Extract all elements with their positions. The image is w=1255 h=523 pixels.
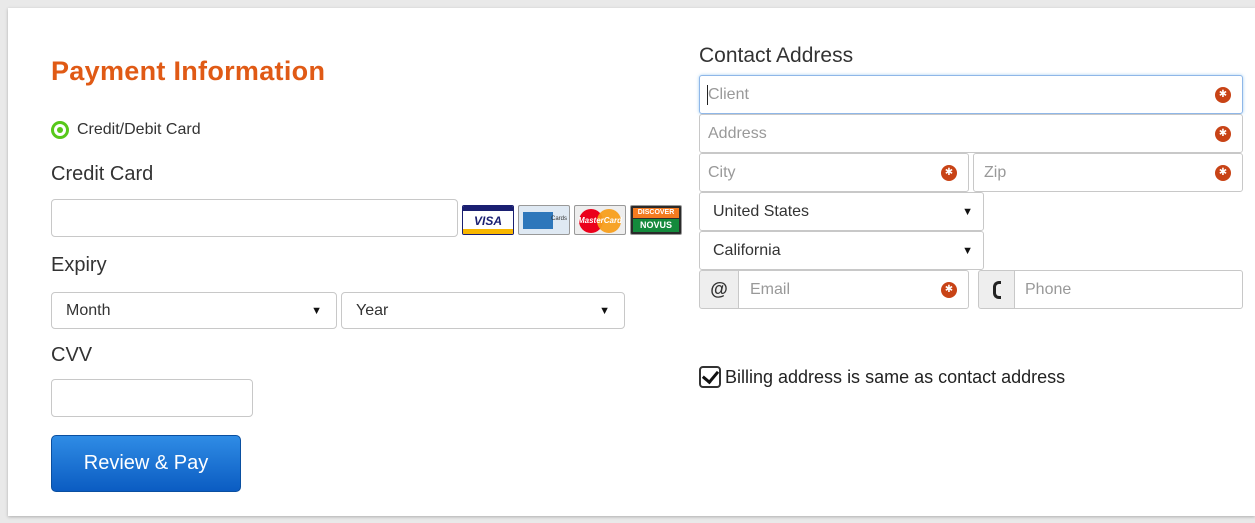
city-placeholder: City [708,163,736,181]
visa-logo-icon: VISA [462,205,514,235]
cvv-label: CVV [51,344,93,366]
discover-logo-text: DISCOVER [633,208,679,218]
phone-icon [992,280,1001,299]
billing-same-option[interactable]: Billing address is same as contact addre… [699,365,1066,388]
year-select[interactable]: Year ▼ [341,292,625,329]
month-select[interactable]: Month ▼ [51,292,337,329]
payment-method-option[interactable]: Credit/Debit Card [51,121,201,139]
payment-information-title: Payment Information [51,56,326,86]
state-select-value: California [713,241,781,259]
mastercard-logo-text: MasterCard [577,216,622,225]
phone-placeholder: Phone [1025,280,1072,298]
review-and-pay-button[interactable]: Review & Pay [51,435,241,492]
credit-card-label: Credit Card [51,163,154,185]
expiry-label: Expiry [51,254,107,276]
cvv-input[interactable] [51,379,253,417]
contact-address-title: Contact Address [699,44,854,67]
required-icon: ✱ [941,164,957,181]
city-field[interactable]: City ✱ [699,153,969,192]
country-select-value: United States [713,202,810,220]
phone-addon [978,270,1015,309]
email-field[interactable]: Email ✱ [738,270,969,309]
visa-logo-text: VISA [473,214,502,228]
state-select[interactable]: California ▼ [699,231,984,270]
email-addon: @ [699,270,739,309]
required-icon: ✱ [1215,125,1231,142]
checkmark-icon [701,365,720,384]
chevron-down-icon: ▼ [599,304,610,317]
phone-field[interactable]: Phone [1014,270,1243,309]
month-select-value: Month [66,301,111,319]
client-placeholder: Client [708,85,749,103]
novus-logo-text: NOVUS [633,219,679,232]
email-placeholder: Email [750,280,791,298]
payment-method-label: Credit/Debit Card [77,121,201,138]
zip-field[interactable]: Zip ✱ [973,153,1243,192]
amex-logo-text: Cards [550,216,567,222]
required-icon: ✱ [941,281,957,298]
client-field[interactable]: Client ✱ [699,75,1243,114]
radio-selected-icon[interactable] [51,121,69,139]
year-select-value: Year [356,301,389,319]
card-number-input[interactable] [51,199,458,237]
address-placeholder: Address [708,124,767,142]
country-select[interactable]: United States ▼ [699,192,984,231]
mastercard-logo-icon: MasterCard [574,205,626,235]
chevron-down-icon: ▼ [962,205,973,218]
accepted-cards: VISA Cards MasterCard DISCOVER NOVUS [462,205,682,235]
required-icon: ✱ [1215,86,1231,103]
required-icon: ✱ [1215,164,1231,181]
amex-logo-icon: Cards [518,205,570,235]
address-field[interactable]: Address ✱ [699,114,1243,153]
billing-same-checkbox[interactable] [699,365,721,388]
zip-placeholder: Zip [984,163,1007,181]
at-sign-icon: @ [710,279,728,299]
chevron-down-icon: ▼ [962,244,973,257]
billing-same-label: Billing address is same as contact addre… [725,366,1066,387]
discover-logo-icon: DISCOVER NOVUS [630,205,682,235]
chevron-down-icon: ▼ [311,304,322,317]
